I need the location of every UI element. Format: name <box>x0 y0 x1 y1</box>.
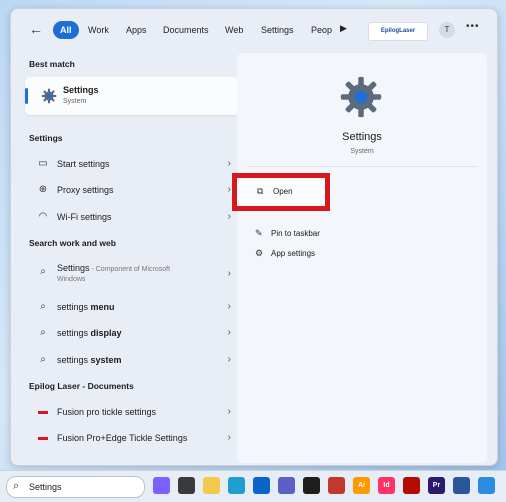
taskbar-photos-icon[interactable] <box>478 477 495 494</box>
open-external-icon: ⧉ <box>257 186 264 196</box>
query-text: settings <box>57 328 91 338</box>
result-settings-menu[interactable]: ⌕ settings menu › <box>27 296 237 318</box>
wifi-icon: ◠ <box>38 211 48 222</box>
result-settings-display[interactable]: ⌕ settings display › <box>27 322 237 344</box>
start-settings-icon: ▭ <box>38 158 48 169</box>
tab-settings[interactable]: Settings <box>254 21 301 39</box>
preview-title: Settings <box>342 131 382 143</box>
action-label: Pin to taskbar <box>271 229 320 238</box>
pin-icon: ✎ <box>255 228 263 238</box>
chevron-right-icon[interactable]: › <box>228 406 231 417</box>
documents-header: Epilog Laser - Documents <box>29 381 134 391</box>
suggestion-text: menu <box>90 302 115 312</box>
taskbar-illustrator-icon[interactable]: Ai <box>353 477 370 494</box>
chevron-right-icon[interactable]: › <box>228 354 231 365</box>
result-label: settings system <box>57 355 122 365</box>
pdf-file-icon: ▬ <box>38 406 48 417</box>
taskbar-terminal-icon[interactable] <box>303 477 320 494</box>
user-avatar[interactable]: T <box>439 22 455 38</box>
action-open[interactable]: ⧉ Open <box>232 173 330 211</box>
best-match-settings[interactable]: Settings System <box>25 77 239 115</box>
taskbar-copilot-icon[interactable] <box>153 477 170 494</box>
result-label: Settings - Component of Microsoft Windows <box>57 263 170 283</box>
pdf-file-icon: ▬ <box>38 432 48 443</box>
result-label: Fusion Pro+Edge Tickle Settings <box>57 433 188 443</box>
results-list: Best match Settings System Settings ▭ St… <box>21 53 239 463</box>
taskbar-edge-icon[interactable] <box>228 477 245 494</box>
result-title: Settings <box>57 263 90 273</box>
chevron-right-icon[interactable]: › <box>228 432 231 443</box>
tab-all[interactable]: All <box>53 21 79 39</box>
result-label: settings menu <box>57 302 115 312</box>
suggestion-text: system <box>90 355 122 365</box>
chevron-right-icon[interactable]: › <box>228 158 231 169</box>
result-label: Fusion pro tickle settings <box>57 407 157 417</box>
taskbar-indesign-icon[interactable]: Id <box>378 477 395 494</box>
tab-work[interactable]: Work <box>81 21 116 39</box>
tab-apps[interactable]: Apps <box>119 21 154 39</box>
search-icon: ⌕ <box>40 266 46 277</box>
settings-header: Settings <box>29 133 63 143</box>
chevron-right-icon[interactable]: › <box>228 301 231 312</box>
query-text: settings <box>57 355 91 365</box>
result-doc-2[interactable]: ▬ Fusion Pro+Edge Tickle Settings › <box>27 427 237 449</box>
result-wifi-settings[interactable]: ◠ Wi-Fi settings › <box>27 206 237 228</box>
web-header: Search work and web <box>29 238 116 248</box>
selection-indicator <box>25 88 28 104</box>
taskbar-task-view-icon[interactable] <box>178 477 195 494</box>
filter-bar: ← All Work Apps Documents Web Settings P… <box>11 9 497 53</box>
action-label: App settings <box>271 249 316 258</box>
search-input[interactable]: Settings <box>29 482 62 492</box>
result-description-2: Windows <box>57 276 86 283</box>
search-icon: ⌕ <box>40 301 46 312</box>
taskbar-premiere-icon[interactable]: Pr <box>428 477 445 494</box>
result-label: Start settings <box>57 159 110 169</box>
best-match-subtitle: System <box>63 98 87 105</box>
search-icon: ⌕ <box>40 354 46 365</box>
organization-logo[interactable]: EpilogLaser <box>368 22 428 41</box>
tab-documents[interactable]: Documents <box>156 21 216 39</box>
chevron-right-icon[interactable]: › <box>228 268 231 279</box>
taskbar-search-box[interactable]: ⌕ Settings <box>6 476 145 498</box>
back-arrow-icon[interactable]: ← <box>29 21 43 37</box>
taskbar-epilog-icon[interactable] <box>328 477 345 494</box>
preview-subtitle: System <box>350 148 374 155</box>
best-match-title: Settings <box>63 85 99 95</box>
gear-icon: ⚙ <box>255 248 264 258</box>
best-match-header: Best match <box>29 59 75 69</box>
more-options-icon[interactable]: ••• <box>466 21 480 32</box>
proxy-icon: ⊕ <box>38 184 48 195</box>
more-filters-play-icon[interactable]: ▶ <box>340 23 347 34</box>
taskbar-file-explorer-icon[interactable] <box>203 477 220 494</box>
preview-pane: Settings System ✎ Pin to taskbar ⚙ App s… <box>237 53 487 463</box>
taskbar: ⌕ Settings Ai Id Pr <box>0 470 506 502</box>
settings-gear-icon <box>41 88 57 104</box>
query-text: settings <box>57 302 91 312</box>
tab-people[interactable]: Peop <box>304 21 339 39</box>
result-label: settings display <box>57 328 122 338</box>
result-description: - Component of Microsoft <box>89 266 171 273</box>
divider <box>247 166 477 167</box>
result-proxy-settings[interactable]: ⊕ Proxy settings › <box>27 179 237 201</box>
result-start-settings[interactable]: ▭ Start settings › <box>27 153 237 175</box>
result-label: Wi-Fi settings <box>57 212 112 222</box>
action-label: Open <box>273 187 293 196</box>
result-doc-1[interactable]: ▬ Fusion pro tickle settings › <box>27 401 237 423</box>
taskbar-acrobat-icon[interactable] <box>403 477 420 494</box>
chevron-right-icon[interactable]: › <box>228 184 231 195</box>
result-settings-system[interactable]: ⌕ settings system › <box>27 349 237 371</box>
result-label: Proxy settings <box>57 185 114 195</box>
chevron-right-icon[interactable]: › <box>228 211 231 222</box>
search-icon: ⌕ <box>40 327 46 338</box>
taskbar-outlook-icon[interactable] <box>253 477 270 494</box>
chevron-right-icon[interactable]: › <box>228 327 231 338</box>
taskbar-teams-icon[interactable] <box>278 477 295 494</box>
suggestion-text: display <box>90 328 122 338</box>
settings-gear-icon <box>340 76 382 118</box>
tab-web[interactable]: Web <box>218 21 250 39</box>
result-web-settings[interactable]: ⌕ Settings - Component of Microsoft Windo… <box>27 259 237 287</box>
taskbar-word-icon[interactable] <box>453 477 470 494</box>
search-icon: ⌕ <box>13 480 20 492</box>
start-search-panel: ← All Work Apps Documents Web Settings P… <box>10 8 498 466</box>
